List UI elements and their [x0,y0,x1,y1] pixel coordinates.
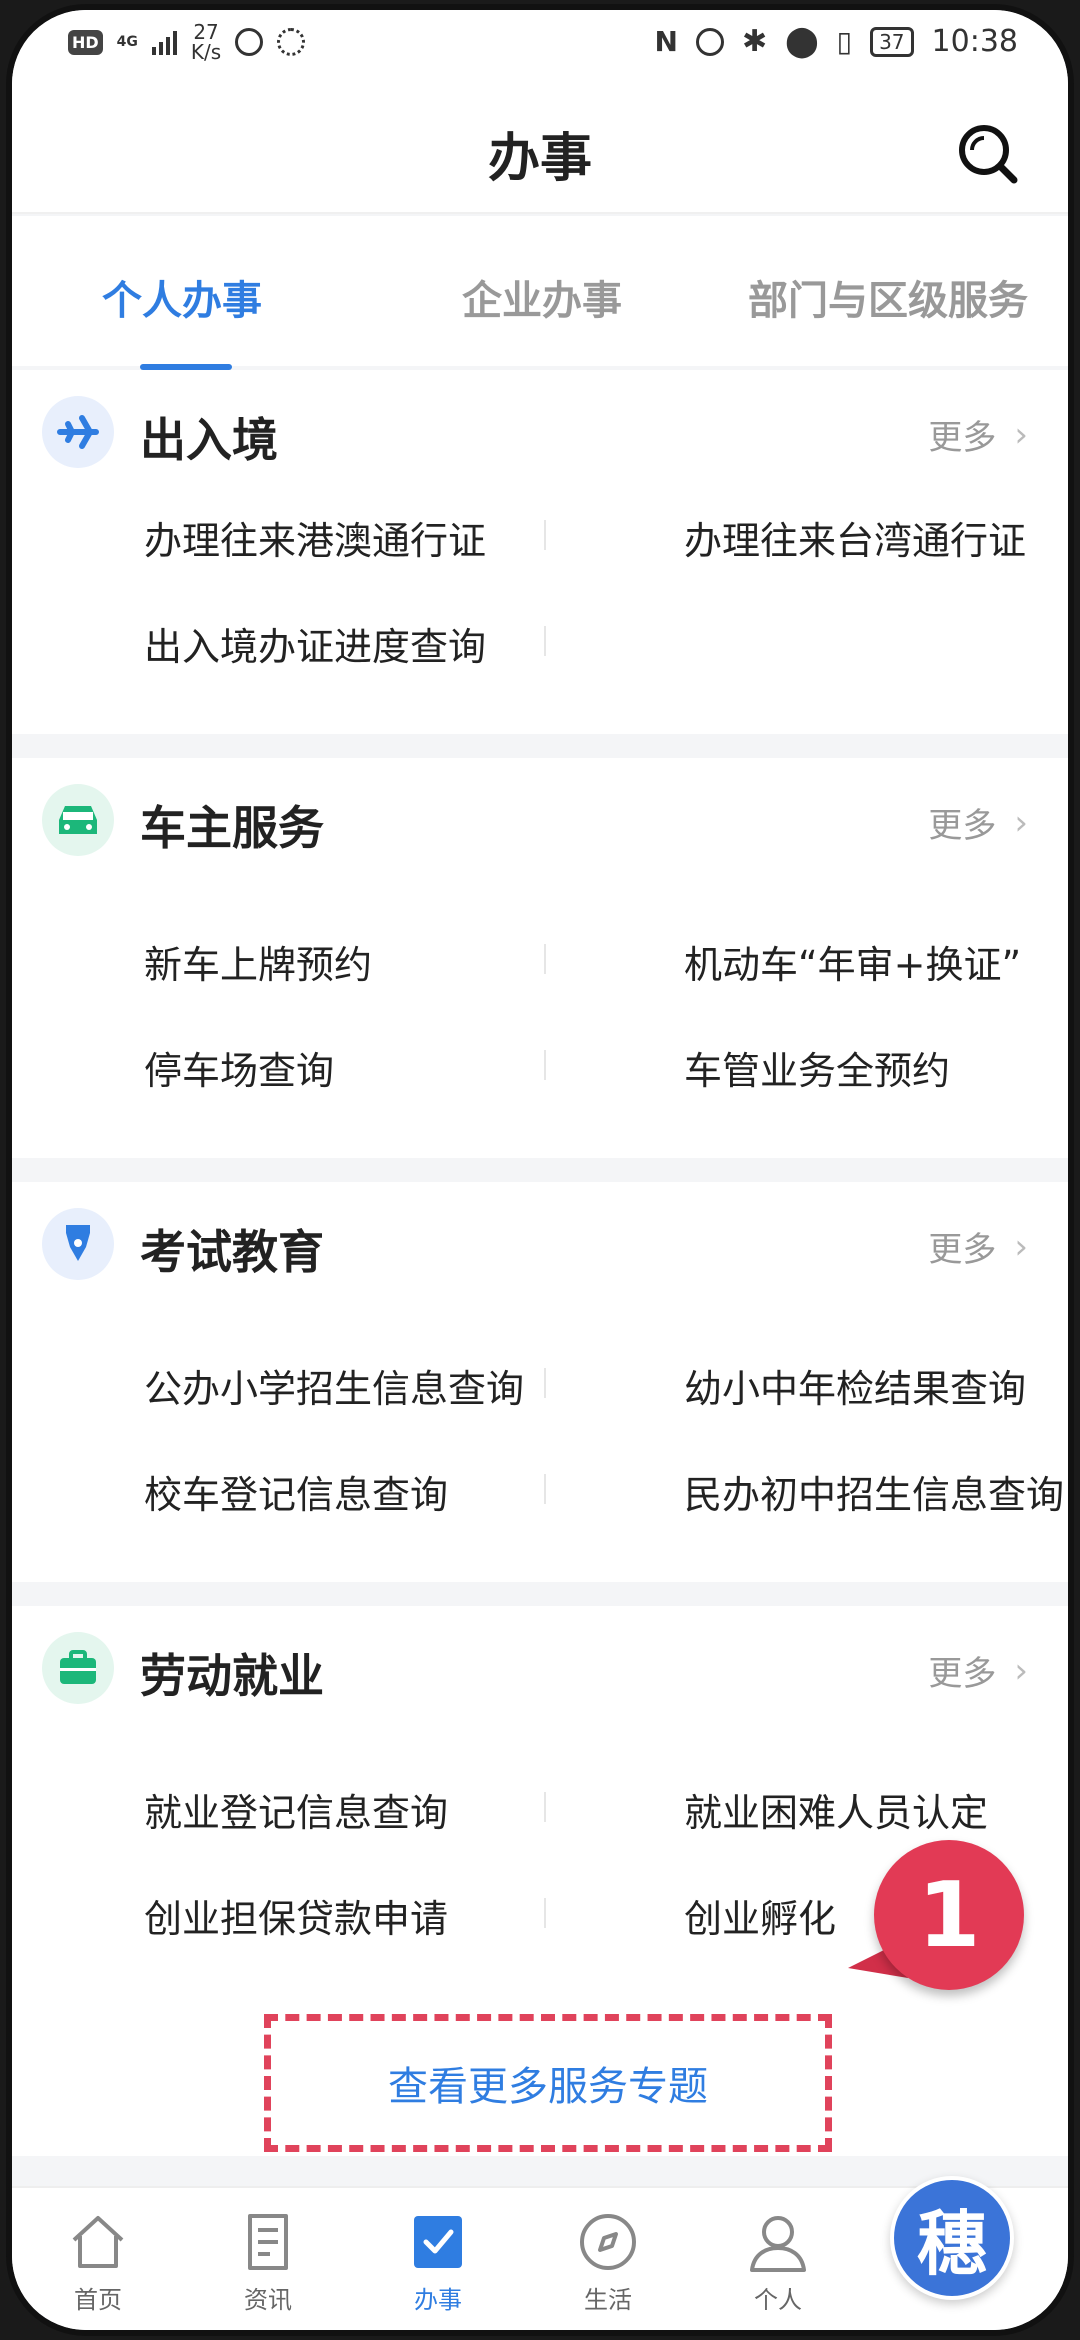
nav-news[interactable]: 资讯 [208,2210,328,2315]
alarm-icon [695,27,724,56]
chevron-right-icon: › [1014,802,1028,843]
see-more-topics-button[interactable]: 查看更多服务专题 [264,2014,832,2152]
news-icon [248,2214,288,2270]
compass-icon [580,2214,636,2270]
vibrate-icon: ▯ [836,25,853,58]
nav-profile[interactable]: 个人 [718,2210,838,2315]
home-icon [72,2216,124,2268]
section-exit-entry: 出入境 更多 › 办理往来港澳通行证 办理往来台湾通行证 出入境办证进度查询 [12,370,1068,734]
network-speed: 27 K/s [190,20,222,64]
divider [544,1368,546,1398]
pen-icon [42,1208,114,1280]
nav-home[interactable]: 首页 [38,2210,158,2315]
divider [544,520,546,550]
tab-bar: 个人办事 企业办事 部门与区级服务 [12,216,1068,370]
page-title: 办事 [487,129,592,189]
service-item[interactable]: 就业困难人员认定 [684,1782,1068,1837]
tab-enterprise[interactable]: 企业办事 [462,268,622,326]
top-bar: 办事 [12,90,1068,214]
search-icon [959,125,1018,184]
service-item[interactable]: 校车登记信息查询 [144,1464,534,1519]
more-link[interactable]: 更多 › [928,410,1028,459]
section-title: 考试教育 [140,1225,324,1279]
chevron-right-icon: › [1014,1650,1028,1691]
battery-icon: 37 [870,26,914,57]
more-link[interactable]: 更多 › [928,1646,1028,1695]
airplane-icon [42,396,114,468]
service-item[interactable]: 新车上牌预约 [144,934,534,989]
divider [544,1050,546,1080]
service-item[interactable]: 办理往来港澳通行证 [144,510,534,565]
status-bar: HD 4G 27 K/s N ✱ ⬤ ▯ 37 10:38 [12,10,1068,90]
assistant-icon: 穗 [917,2202,987,2285]
service-item[interactable]: 停车场查询 [144,1040,534,1095]
section-title: 出入境 [140,413,278,467]
service-item[interactable]: 机动车“年审+换证” [684,934,1068,989]
section-education: 考试教育 更多 › 公办小学招生信息查询 幼小中年检结果查询 校车登记信息查询 民… [12,1182,1068,1582]
chevron-right-icon: › [1014,414,1028,455]
divider [544,626,546,656]
section-title: 劳动就业 [140,1649,324,1703]
vpn-icon [235,28,264,56]
location-icon: ⬤ [785,24,819,59]
tab-department[interactable]: 部门与区级服务 [748,268,1028,326]
nfc-icon: N [654,25,678,58]
divider [544,1898,546,1928]
service-item[interactable]: 民办初中招生信息查询 [684,1464,1068,1519]
loading-icon [277,28,306,56]
assistant-button[interactable]: 穗 [890,2176,1014,2300]
service-item[interactable]: 车管业务全预约 [684,1040,1068,1095]
divider [544,1474,546,1504]
service-item[interactable]: 就业登记信息查询 [144,1782,534,1837]
search-button[interactable] [954,120,1020,186]
more-link[interactable]: 更多 › [928,798,1028,847]
annotation-badge: 1 [874,1840,1024,1990]
service-item[interactable]: 公办小学招生信息查询 [144,1358,534,1413]
section-title: 车主服务 [140,801,324,855]
see-more-area: 查看更多服务专题 [12,2006,1068,2156]
nav-life[interactable]: 生活 [548,2210,668,2315]
phone-frame: HD 4G 27 K/s N ✱ ⬤ ▯ 37 10:38 办事 个人办事 企业… [6,4,1074,2336]
service-item[interactable]: 创业担保贷款申请 [144,1888,534,1943]
briefcase-icon [42,1632,114,1704]
service-item[interactable]: 幼小中年检结果查询 [684,1358,1068,1413]
section-car-owner: 车主服务 更多 › 新车上牌预约 机动车“年审+换证” 停车场查询 车管业务全预约 [12,758,1068,1158]
signal-icon [151,29,177,55]
user-icon [750,2216,806,2272]
nav-tasks[interactable]: 办事 [378,2210,498,2315]
service-item[interactable]: 办理往来台湾通行证 [684,510,1068,565]
tasks-icon [414,2216,462,2268]
hd-icon: HD [68,29,103,55]
divider [544,944,546,974]
tab-personal[interactable]: 个人办事 [102,268,262,326]
divider [544,1792,546,1822]
chevron-right-icon: › [1014,1226,1028,1267]
more-link[interactable]: 更多 › [928,1222,1028,1271]
car-icon [42,784,114,856]
bluetooth-icon: ✱ [741,24,768,59]
network-type: 4G [116,34,138,50]
clock: 10:38 [931,24,1018,59]
service-item[interactable]: 出入境办证进度查询 [144,616,534,671]
